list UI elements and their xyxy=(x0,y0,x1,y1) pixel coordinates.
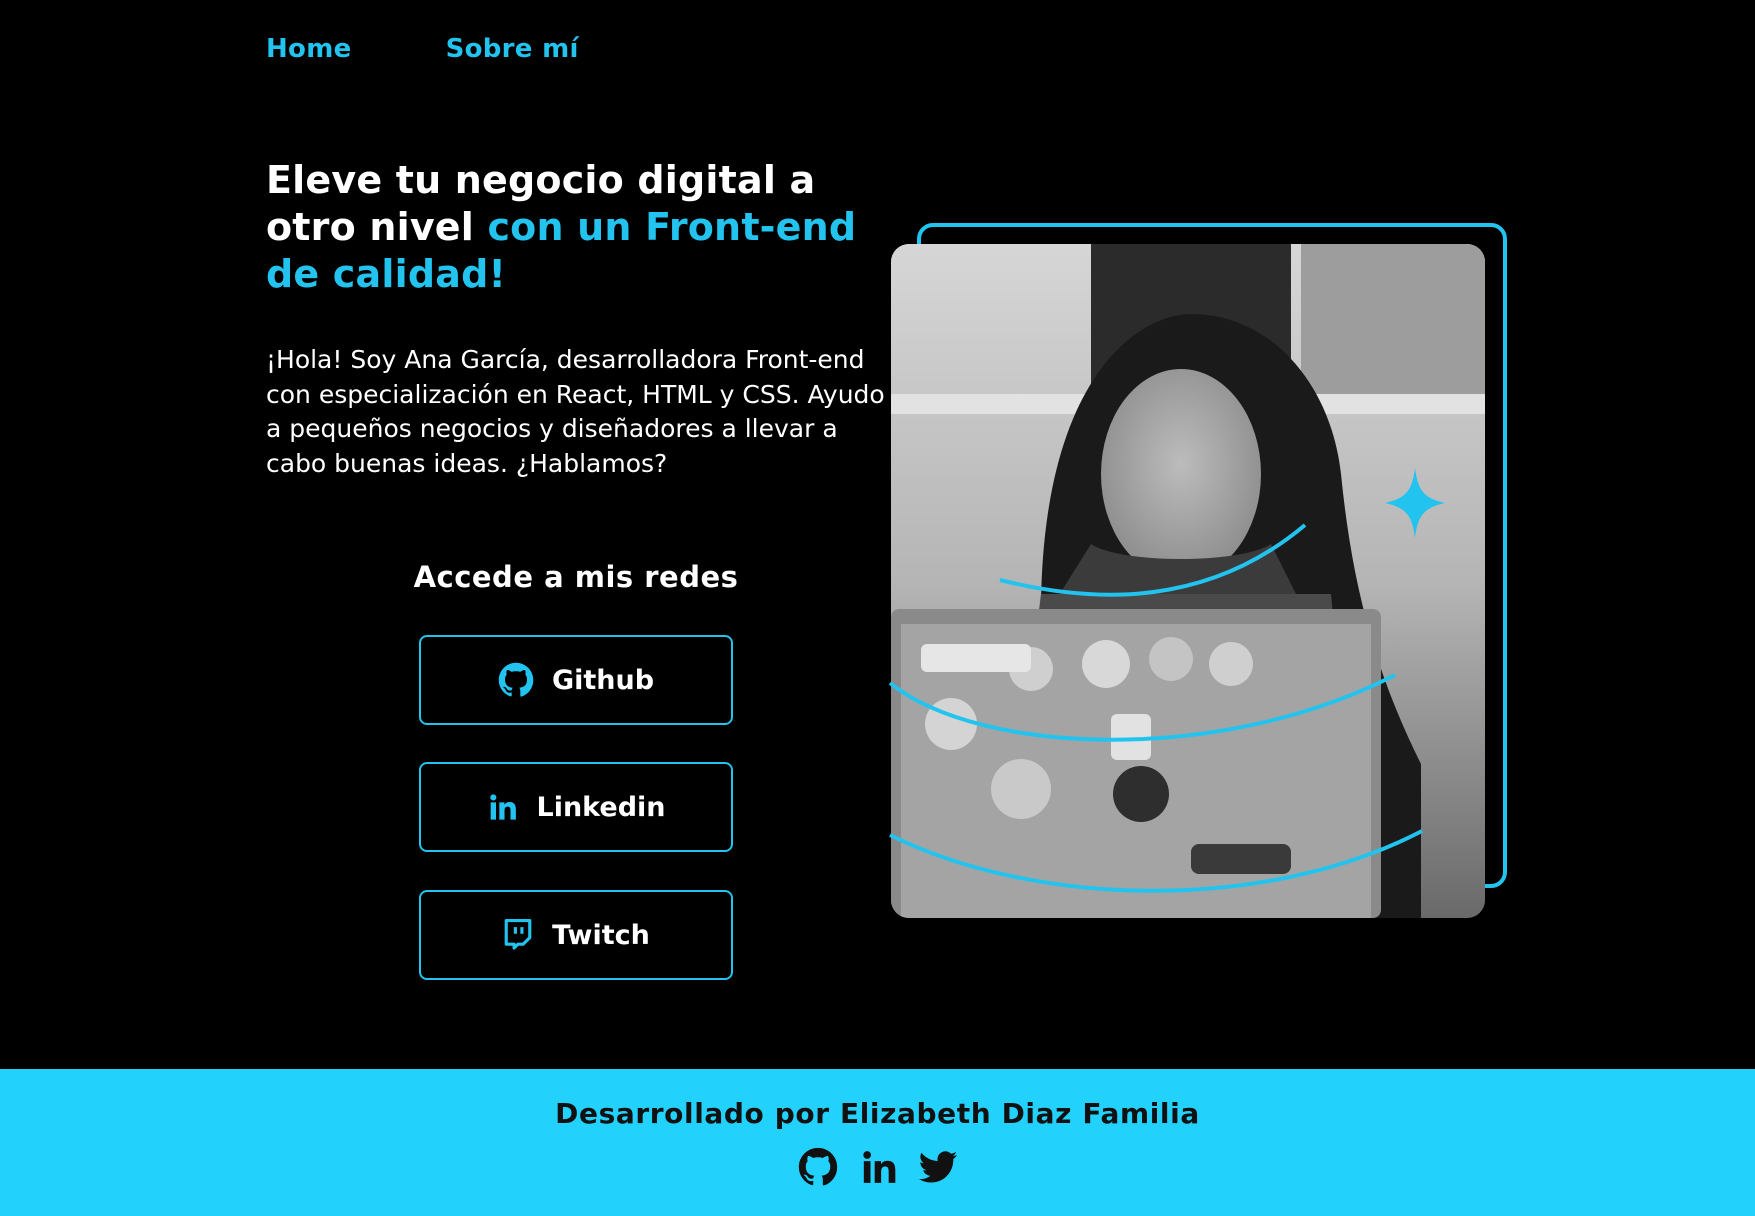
github-button[interactable]: Github xyxy=(419,635,733,725)
footer-credit: Desarrollado por Elizabeth Diaz Familia xyxy=(555,1097,1200,1130)
nav-about-link[interactable]: Sobre mí xyxy=(446,34,579,64)
hero-title: Eleve tu negocio digital a otro nivel co… xyxy=(266,157,886,298)
twitch-button[interactable]: Twitch xyxy=(419,890,733,980)
nav-home-link[interactable]: Home xyxy=(266,34,352,64)
linkedin-button-label: Linkedin xyxy=(536,791,666,823)
profile-photo xyxy=(891,244,1485,918)
twitch-icon xyxy=(502,918,534,952)
github-button-label: Github xyxy=(551,664,655,696)
footer-social-icons xyxy=(0,1147,1755,1187)
twitter-icon[interactable] xyxy=(918,1147,958,1187)
footer: Desarrollado por Elizabeth Diaz Familia xyxy=(0,1069,1755,1216)
intro-text: ¡Hola! Soy Ana García, desarrolladora Fr… xyxy=(266,345,885,478)
github-icon xyxy=(498,662,534,698)
sparkle-icon xyxy=(1385,468,1445,538)
github-icon[interactable] xyxy=(798,1147,838,1187)
social-heading: Accede a mis redes xyxy=(413,560,739,594)
top-nav: Home Sobre mí xyxy=(266,34,579,64)
twitch-button-label: Twitch xyxy=(552,919,650,951)
linkedin-icon xyxy=(486,791,518,823)
linkedin-icon[interactable] xyxy=(858,1147,898,1187)
linkedin-button[interactable]: Linkedin xyxy=(419,762,733,852)
